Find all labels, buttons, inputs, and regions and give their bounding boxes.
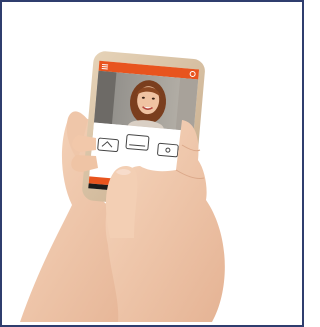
- photo-scene: [20, 51, 225, 322]
